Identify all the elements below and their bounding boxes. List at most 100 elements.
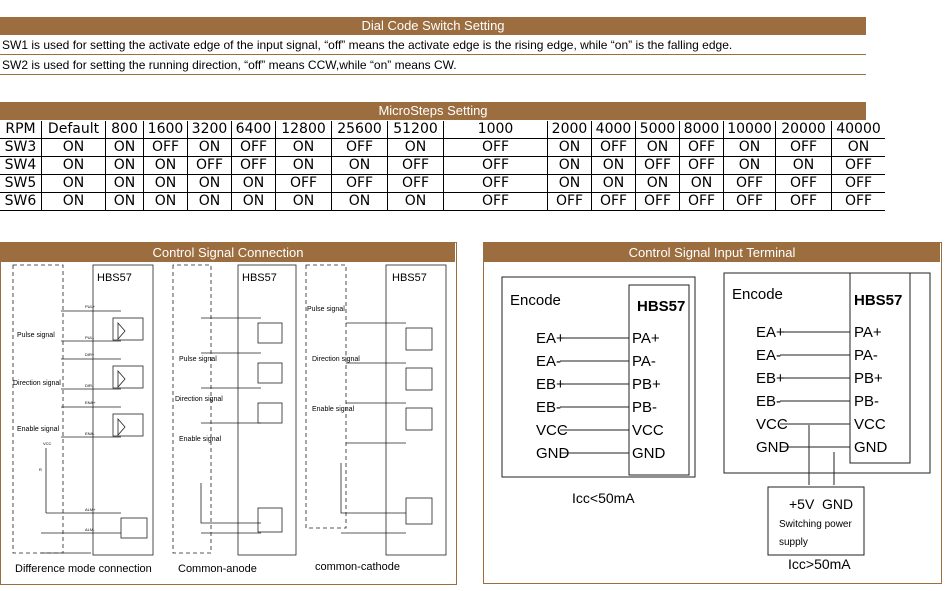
microsteps-cell: OFF	[331, 174, 388, 193]
microsteps-cell: ON	[105, 192, 144, 211]
microsteps-cell: OFF	[775, 192, 832, 211]
driver-pin-right: PB-	[854, 393, 879, 410]
microsteps-cell: ON	[547, 156, 592, 175]
microsteps-cell: ON	[679, 174, 724, 193]
pin-pul-minus: PUL-	[85, 335, 95, 340]
microsteps-cell: ON	[547, 138, 592, 157]
driver-pin-right: PB+	[854, 370, 883, 387]
microsteps-cell: OFF	[723, 174, 776, 193]
microsteps-header-cell: 40000	[831, 121, 885, 139]
control-connection-panel: Control Signal Connection HBS57 HBS57 HB…	[0, 242, 457, 585]
microsteps-cell: SW5	[0, 174, 42, 193]
enable-signal-cathode: Enable signal	[312, 406, 354, 413]
driver-pin-right: GND	[854, 439, 888, 456]
caption-difference-mode: Difference mode connection	[15, 563, 152, 575]
driver-pin-right: PA+	[854, 324, 882, 341]
microsteps-cell: ON	[635, 138, 680, 157]
microsteps-cell: ON	[331, 192, 388, 211]
hbs57-label-anode: HBS57	[242, 272, 277, 284]
microsteps-cell: SW6	[0, 192, 42, 211]
microsteps-table: RPM Default 800 1600 3200 6400 12800 25600 51200…	[0, 121, 885, 211]
microsteps-header-cell: 20000	[775, 121, 832, 139]
encoder-pin-left: EA+	[536, 330, 565, 347]
microsteps-cell: ON	[387, 192, 444, 211]
microsteps-cell: ON	[143, 192, 188, 211]
microsteps-cell: OFF	[143, 138, 188, 157]
current-left-label: Icc<50mA	[572, 490, 635, 506]
microsteps-row-sw5: SW5 ON ON ON ON ON OFF OFF OFF OFF ON ON ON ON OFF OFF O…	[0, 174, 885, 193]
microsteps-cell: OFF	[723, 192, 776, 211]
microsteps-cell: OFF	[831, 192, 885, 211]
input-terminal-diagram: Encode HBS57 Encode HBS57 Icc<50mA Icc>5…	[501, 272, 931, 572]
microsteps-header-cell: RPM	[0, 121, 42, 139]
microsteps-header-cell: Default	[41, 121, 106, 139]
microsteps-header-cell: 4000	[591, 121, 636, 139]
microsteps-cell: ON	[591, 156, 636, 175]
driver-pin-left: GND	[632, 445, 666, 462]
microsteps-cell: ON	[387, 138, 444, 157]
caption-common-cathode: common-cathode	[315, 561, 400, 573]
direction-signal-diff: Direction signal	[13, 380, 61, 387]
microsteps-row-sw3: SW3 ON ON OFF ON OFF ON OFF ON OFF ON OFF ON OFF ON OFF…	[0, 138, 885, 157]
microsteps-header-cell: 25600	[331, 121, 388, 139]
psu-label: Switching power	[779, 519, 852, 530]
microsteps-cell: ON	[723, 138, 776, 157]
microsteps-cell: OFF	[775, 138, 832, 157]
microsteps-cell: OFF	[635, 192, 680, 211]
driver-pin-right: PA-	[854, 347, 878, 364]
encoder-pin-right: EA+	[756, 324, 785, 341]
pulse-signal-anode: Pulse signal	[179, 356, 217, 363]
psu-label-2: supply	[779, 537, 808, 548]
hbs57-label-right: HBS57	[854, 292, 902, 309]
microsteps-cell: ON	[105, 138, 144, 157]
dial-line-sw2: SW2 is used for setting the running dire…	[0, 56, 866, 75]
microsteps-cell: OFF	[387, 156, 444, 175]
pin-dir-minus: DIR-	[85, 383, 94, 388]
pulse-signal-cathode: Pulse signal	[307, 306, 345, 313]
microsteps-cell: OFF	[443, 192, 548, 211]
microsteps-cell: OFF	[679, 192, 724, 211]
microsteps-cell: ON	[41, 156, 106, 175]
driver-pin-left: PB-	[632, 399, 657, 416]
microsteps-header-cell: 1000	[443, 121, 548, 139]
microsteps-header-row: RPM Default 800 1600 3200 6400 12800 25600 51200…	[0, 121, 885, 139]
direction-signal-anode: Direction signal	[175, 396, 223, 403]
microsteps-cell: ON	[41, 138, 106, 157]
microsteps-cell: OFF	[547, 192, 592, 211]
connection-diagrams: HBS57 HBS57 HBS57 Pulse signal Direction…	[12, 264, 447, 556]
microsteps-header-cell: 1600	[143, 121, 188, 139]
encoder-pin-left: VCC	[536, 422, 568, 439]
microsteps-cell: ON	[831, 138, 885, 157]
pin-dir-plus: DIR+	[85, 352, 95, 357]
pin-r: R	[39, 467, 42, 472]
microsteps-cell: OFF	[831, 174, 885, 193]
microsteps-cell: OFF	[775, 174, 832, 193]
microsteps-cell: OFF	[231, 138, 276, 157]
microsteps-cell: OFF	[387, 174, 444, 193]
microsteps-header-cell: 8000	[679, 121, 724, 139]
psu-vplus: +5V	[789, 496, 815, 512]
pin-ena-plus: ENA+	[85, 400, 96, 405]
dial-switch-title: Dial Code Switch Setting	[0, 17, 866, 35]
hbs57-label-cathode: HBS57	[392, 272, 427, 284]
microsteps-cell: ON	[41, 174, 106, 193]
driver-pin-left: PB+	[632, 376, 661, 393]
control-connection-title: Control Signal Connection	[1, 243, 455, 262]
encoder-pin-right: EB+	[756, 370, 785, 387]
driver-pin-left: VCC	[632, 422, 664, 439]
driver-pin-right: VCC	[854, 416, 886, 433]
optocoupler-dir	[61, 358, 144, 390]
microsteps-cell: OFF	[231, 156, 276, 175]
microsteps-cell: OFF	[591, 192, 636, 211]
microsteps-header-cell: 6400	[231, 121, 276, 139]
microsteps-cell: ON	[41, 192, 106, 211]
microsteps-cell: ON	[105, 156, 144, 175]
microsteps-cell: OFF	[679, 156, 724, 175]
microsteps-header-cell: 3200	[187, 121, 232, 139]
microsteps-cell: ON	[105, 174, 144, 193]
microsteps-cell: OFF	[679, 138, 724, 157]
encoder-pin-left: EA-	[536, 353, 561, 370]
encoder-pin-right: EA-	[756, 347, 781, 364]
microsteps-cell: ON	[635, 174, 680, 193]
encoder-pin-right: GND	[756, 439, 790, 456]
